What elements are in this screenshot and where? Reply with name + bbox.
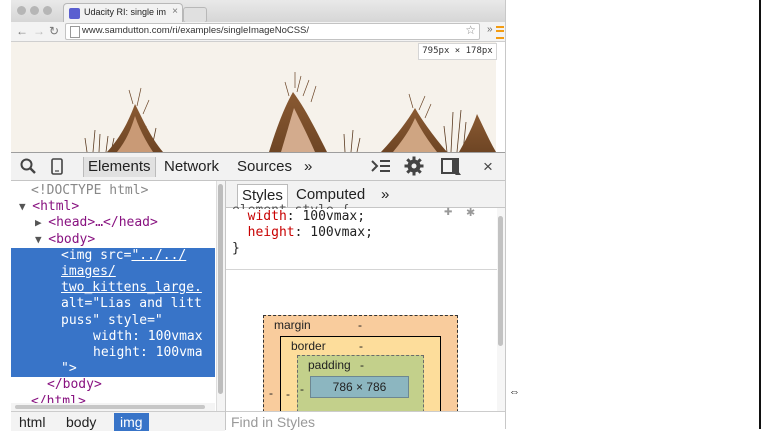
resize-cursor-icon: ⇔ bbox=[509, 386, 520, 398]
tree-head-node[interactable]: ▶ <head>…</head> bbox=[11, 215, 215, 231]
breadcrumb-html[interactable]: html bbox=[13, 413, 51, 431]
viewport-edge bbox=[496, 42, 505, 152]
breadcrumb: html body img bbox=[11, 411, 225, 431]
device-mode-icon[interactable] bbox=[51, 158, 63, 180]
elements-tree: <!DOCTYPE html> ▼ <html> ▶ <head>…</head… bbox=[11, 181, 215, 409]
expand-triangle-icon[interactable]: ▶ bbox=[35, 216, 48, 229]
margin-top-value[interactable]: - bbox=[358, 318, 362, 332]
tree-html-node[interactable]: ▼ <html> bbox=[11, 199, 215, 215]
padding-left-value[interactable]: - bbox=[300, 382, 304, 396]
border-label: border bbox=[291, 339, 326, 353]
tree-img-node-selected[interactable]: <img src="../../ images/ two_kittens_lar… bbox=[11, 247, 215, 378]
devtools-panel: Elements Network Sources » × <!DOCTYPE h… bbox=[11, 152, 505, 431]
padding-top-value[interactable]: - bbox=[360, 358, 364, 372]
tab-network[interactable]: Network bbox=[164, 157, 219, 177]
toggle-state-icon[interactable]: ✱ bbox=[466, 206, 475, 219]
menu-icon[interactable] bbox=[496, 26, 504, 39]
minimize-window-button[interactable] bbox=[30, 6, 39, 15]
zoom-window-button[interactable] bbox=[43, 6, 52, 15]
close-window-button[interactable] bbox=[17, 6, 26, 15]
element-style-rule[interactable]: width: 100vmax; height: 100vmax;} bbox=[232, 209, 373, 257]
page-icon bbox=[70, 26, 80, 38]
styles-filter-input[interactable]: Find in Styles bbox=[226, 411, 505, 430]
styles-filter-placeholder: Find in Styles bbox=[231, 414, 316, 430]
tab-sources[interactable]: Sources bbox=[237, 157, 292, 177]
breadcrumb-img[interactable]: img bbox=[114, 413, 149, 431]
box-model-content[interactable]: 786 × 786 bbox=[310, 376, 409, 398]
elements-horizontal-scrollbar[interactable] bbox=[11, 403, 215, 411]
viewport-dimensions-label: 795px × 178px bbox=[418, 43, 497, 60]
padding-label: padding bbox=[308, 358, 351, 372]
elements-vertical-scrollbar[interactable] bbox=[216, 181, 225, 429]
section-separator bbox=[226, 269, 497, 270]
add-rule-icon[interactable]: ✚ bbox=[444, 207, 452, 218]
styles-vertical-scrollbar[interactable] bbox=[497, 208, 505, 413]
browser-window: Udacity RI: single image, n × ← → ↻ www.… bbox=[11, 0, 506, 431]
styles-pane: Styles Computed » element.style { width:… bbox=[226, 181, 505, 430]
bookmark-star-icon[interactable]: ☆ bbox=[465, 23, 476, 37]
devtools-close-icon[interactable]: × bbox=[483, 157, 493, 177]
reload-icon[interactable]: ↻ bbox=[49, 24, 59, 38]
breadcrumb-body[interactable]: body bbox=[60, 413, 102, 431]
dock-side-icon[interactable] bbox=[441, 158, 461, 181]
devtools-toolbar: Elements Network Sources » × bbox=[11, 153, 505, 181]
left-edge bbox=[0, 0, 11, 429]
margin-left-value[interactable]: - bbox=[269, 386, 273, 400]
styles-overflow-chevron[interactable]: » bbox=[377, 184, 393, 206]
border-top-value[interactable]: - bbox=[359, 339, 363, 353]
margin-label: margin bbox=[274, 318, 311, 332]
tab-elements[interactable]: Elements bbox=[83, 157, 156, 177]
title-bar: Udacity RI: single image, n × bbox=[11, 0, 505, 23]
new-tab-button[interactable] bbox=[183, 7, 207, 23]
back-arrow-icon[interactable]: ← bbox=[16, 24, 28, 38]
inspect-search-icon[interactable] bbox=[20, 158, 36, 179]
border-left-value[interactable]: - bbox=[286, 387, 290, 401]
tab-title: Udacity RI: single image, n bbox=[84, 7, 166, 17]
tab-overflow-chevron[interactable]: » bbox=[304, 157, 312, 177]
tree-body-close[interactable]: </body> bbox=[11, 377, 215, 393]
favicon-icon bbox=[69, 8, 80, 19]
page-viewport: 795px × 178px bbox=[11, 42, 505, 152]
settings-gear-icon[interactable] bbox=[404, 156, 424, 181]
extensions-overflow-icon[interactable]: » bbox=[487, 24, 493, 35]
forward-arrow-icon[interactable]: → bbox=[33, 24, 45, 38]
tab-close-icon[interactable]: × bbox=[172, 6, 178, 17]
address-bar[interactable]: www.samdutton.com/ri/examples/singleImag… bbox=[65, 23, 480, 40]
console-drawer-icon[interactable] bbox=[371, 158, 391, 179]
collapse-triangle-icon[interactable]: ▼ bbox=[19, 200, 32, 213]
tree-doctype[interactable]: <!DOCTYPE html> bbox=[11, 183, 215, 199]
browser-tab[interactable]: Udacity RI: single image, n × bbox=[63, 3, 183, 23]
tree-body-node[interactable]: ▼ <body> bbox=[11, 232, 215, 248]
browser-toolbar: ← → ↻ www.samdutton.com/ri/examples/sing… bbox=[11, 22, 505, 42]
collapse-triangle-icon[interactable]: ▼ bbox=[35, 233, 48, 246]
address-url[interactable]: www.samdutton.com/ri/examples/singleImag… bbox=[82, 25, 309, 36]
